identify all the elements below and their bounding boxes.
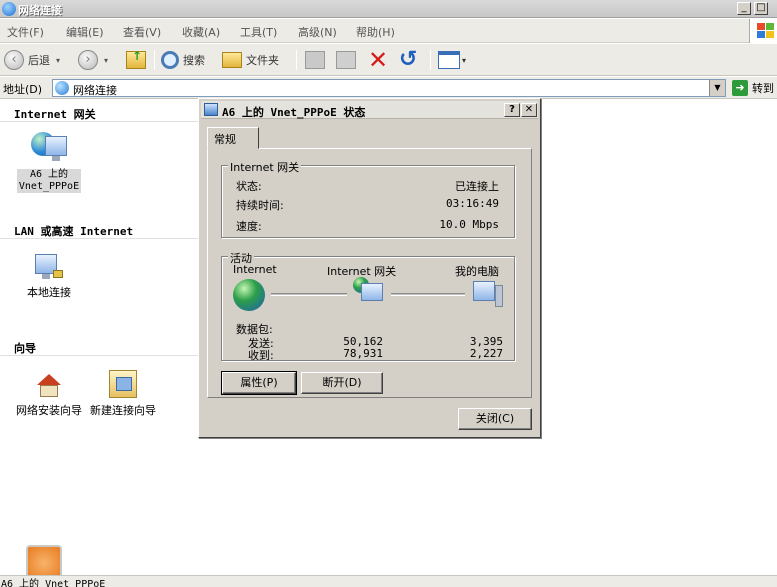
menu-help[interactable]: 帮助(H) <box>356 24 395 40</box>
back-dropdown-icon[interactable]: ▾ <box>56 56 60 65</box>
group-divider <box>0 238 200 239</box>
speed-value: 10.0 Mbps <box>439 218 499 231</box>
maximize-button[interactable]: □ <box>754 2 768 15</box>
views-button[interactable]: ▾ <box>438 48 466 72</box>
menu-favorites[interactable]: 收藏(A) <box>182 24 220 40</box>
menu-bar: 文件(F) 编辑(E) 查看(V) 收藏(A) 工具(T) 高级(N) 帮助(H… <box>0 19 777 43</box>
wizard-item-label: 新建连接向导 <box>90 404 156 417</box>
close-button[interactable]: 关闭(C) <box>458 408 532 430</box>
dialog-title: A6 上的 Vnet_PPPoE 状态 <box>222 106 366 119</box>
address-input[interactable]: 网络连接 ▼ <box>52 79 726 97</box>
address-label: 地址(D) <box>3 83 43 96</box>
toolbar-separator <box>430 50 431 70</box>
group-header-internet-gateway: Internet 网关 <box>14 108 96 121</box>
status-bar: A6 上的 Vnet_PPPoE <box>0 575 777 587</box>
received-gateway-value: 78,931 <box>343 347 383 360</box>
menu-view[interactable]: 查看(V) <box>123 24 161 40</box>
connection-item-label: 本地连接 <box>27 286 71 299</box>
disconnect-button[interactable]: 断开(D) <box>301 372 383 394</box>
menu-edit[interactable]: 编辑(E) <box>66 24 104 40</box>
move-to-icon <box>305 51 325 69</box>
undo-icon: ↺ <box>399 47 418 72</box>
address-dropdown-icon[interactable]: ▼ <box>709 80 725 96</box>
menu-tools[interactable]: 工具(T) <box>240 24 277 40</box>
views-icon <box>438 51 460 69</box>
wizard-item-label: 网络安装向导 <box>16 404 82 417</box>
delete-button[interactable]: ✕ <box>368 48 388 72</box>
connection-icon <box>204 103 218 116</box>
connection-item-local[interactable]: 本地连接 <box>14 250 84 299</box>
new-connection-wizard-item[interactable]: 新建连接向导 <box>88 368 158 417</box>
minimize-button[interactable]: _ <box>737 2 751 15</box>
toolbar-separator <box>154 50 155 70</box>
back-button[interactable]: ‹ 后退 ▾ <box>4 48 60 72</box>
move-to-button[interactable] <box>305 48 325 72</box>
received-label: 收到: <box>248 349 274 362</box>
toolbar-separator <box>296 50 297 70</box>
connection-line <box>271 293 347 296</box>
forward-arrow-icon: › <box>78 50 98 70</box>
back-arrow-icon: ‹ <box>4 50 24 70</box>
forward-button[interactable]: › ▾ <box>78 48 108 72</box>
menu-advanced[interactable]: 高级(N) <box>298 24 337 40</box>
connection-status-dialog: A6 上的 Vnet_PPPoE 状态 ? ✕ 常规 Internet 网关 状… <box>198 98 541 438</box>
gateway-group-title: Internet 网关 <box>228 159 302 175</box>
folders-button[interactable]: 文件夹 <box>222 48 279 72</box>
duration-label: 持续时间: <box>236 199 284 212</box>
copy-to-icon <box>336 51 356 69</box>
go-arrow-icon: ➜ <box>732 80 748 96</box>
connection-item-label: A6 上的 Vnet_PPPoE <box>17 169 81 193</box>
status-value: 已连接上 <box>455 180 499 193</box>
toolbar: ‹ 后退 ▾ › ▾ ↑ 搜索 文件夹 ✕ ↺ ▾ <box>0 44 777 76</box>
search-button[interactable]: 搜索 <box>161 48 205 72</box>
go-button[interactable]: ➜ 转到 <box>732 79 774 97</box>
group-divider <box>0 355 200 356</box>
new-connection-wizard-icon <box>105 368 141 402</box>
windows-logo-icon <box>749 19 777 43</box>
window-title: 网络连接 <box>18 4 62 17</box>
address-bar: 地址(D) 网络连接 ▼ ➜ 转到 <box>0 77 777 99</box>
network-connections-icon <box>2 2 16 16</box>
properties-button[interactable]: 属性(P) <box>221 371 297 395</box>
speed-label: 速度: <box>236 220 262 233</box>
dialog-close-icon[interactable]: ✕ <box>521 103 537 117</box>
help-button[interactable]: ? <box>504 103 520 117</box>
views-dropdown-icon: ▾ <box>462 55 467 65</box>
network-setup-wizard-icon <box>31 368 67 402</box>
network-setup-wizard-item[interactable]: 网络安装向导 <box>14 368 84 417</box>
network-connections-icon <box>55 81 69 95</box>
tab-general[interactable]: 常规 <box>207 127 259 149</box>
up-folder-button[interactable]: ↑ <box>126 48 146 72</box>
search-icon <box>161 51 179 69</box>
duration-value: 03:16:49 <box>446 197 499 210</box>
connection-item-vnet-pppoe[interactable]: A6 上的 Vnet_PPPoE <box>14 132 84 193</box>
received-computer-value: 2,227 <box>469 347 503 360</box>
copy-to-button[interactable] <box>336 48 356 72</box>
node-internet-label: Internet <box>233 263 277 276</box>
forward-dropdown-icon[interactable]: ▾ <box>104 56 108 65</box>
gateway-node-icon <box>353 277 387 311</box>
dialog-title-bar: A6 上的 Vnet_PPPoE 状态 ? ✕ <box>201 101 538 119</box>
address-value: 网络连接 <box>73 84 117 97</box>
local-connection-icon <box>31 250 67 284</box>
status-bar-text: A6 上的 Vnet_PPPoE <box>1 579 106 587</box>
menu-file[interactable]: 文件(F) <box>7 24 44 40</box>
folder-icon <box>222 52 242 68</box>
group-divider <box>0 121 200 122</box>
internet-gateway-icon <box>31 132 67 166</box>
internet-globe-icon <box>233 279 265 311</box>
up-folder-icon: ↑ <box>126 49 146 69</box>
status-label: 状态: <box>236 180 262 193</box>
my-computer-icon <box>471 279 507 311</box>
node-computer-label: 我的电脑 <box>455 265 499 278</box>
window-title-bar: 网络连接 _ □ <box>0 0 777 18</box>
delete-icon: ✕ <box>368 46 389 74</box>
group-header-wizards: 向导 <box>14 342 36 355</box>
connection-line <box>391 293 465 296</box>
group-header-lan: LAN 或高速 Internet <box>14 225 134 238</box>
undo-button[interactable]: ↺ <box>399 48 417 72</box>
